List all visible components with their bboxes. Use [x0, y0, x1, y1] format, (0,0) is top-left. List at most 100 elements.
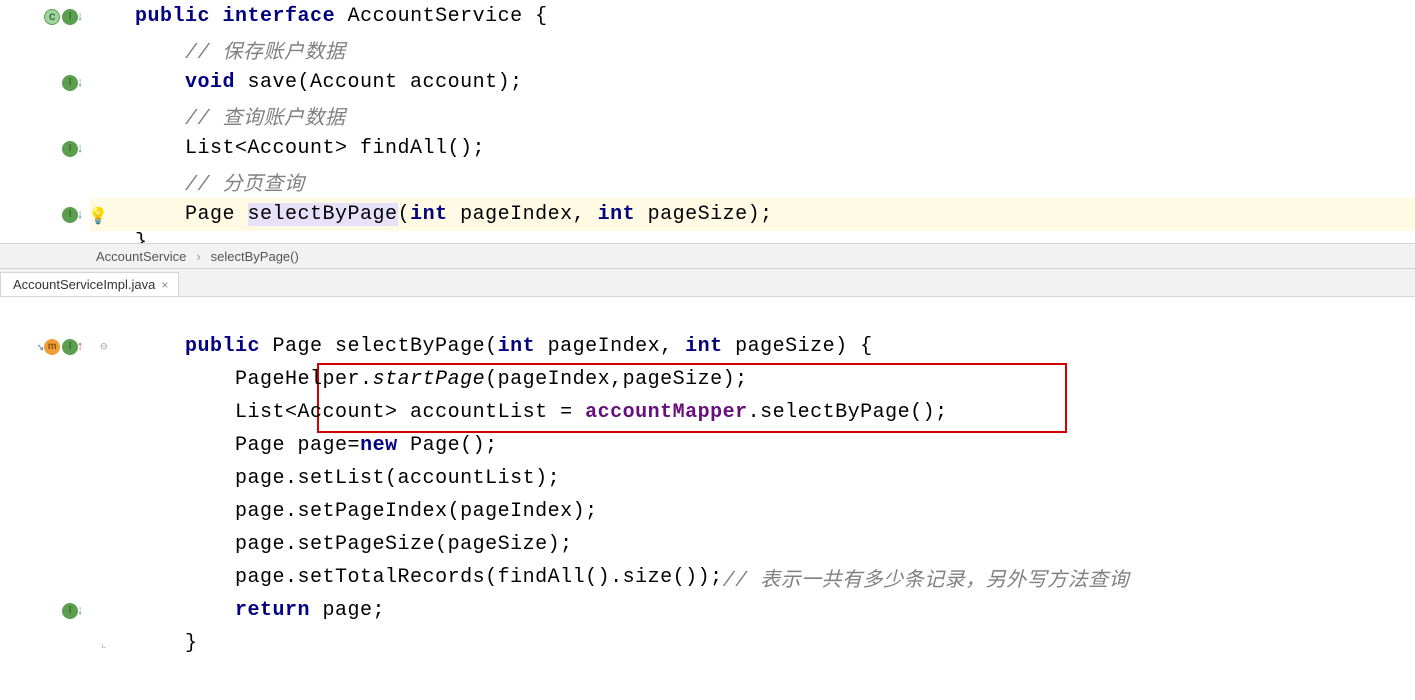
- breadcrumb-item[interactable]: selectByPage(): [211, 249, 299, 264]
- fold-gutter[interactable]: ⌞: [98, 636, 110, 651]
- code-token: page.setPageIndex(pageIndex);: [235, 500, 598, 523]
- top-code-lines[interactable]: public interface AccountService { // 保存账…: [90, 0, 1415, 243]
- arrow-icon: ↘: [36, 339, 44, 354]
- fold-gutter: [98, 406, 110, 420]
- code-token: int: [498, 335, 536, 358]
- code-token: PageHelper.: [235, 368, 373, 391]
- breadcrumb: AccountService › selectByPage(): [0, 243, 1415, 269]
- code-line[interactable]: 💡 Page selectByPage(int pageIndex, int p…: [90, 198, 1415, 231]
- arrow-up-icon: ↑: [76, 339, 84, 354]
- gutter-row: [0, 561, 90, 594]
- code-line[interactable]: public interface AccountService {: [90, 0, 1415, 33]
- file-tab[interactable]: AccountServiceImpl.java ×: [0, 272, 179, 296]
- fold-gutter: [98, 10, 110, 24]
- close-icon[interactable]: ×: [161, 278, 168, 292]
- code-line[interactable]: void save(Account account);: [90, 66, 1415, 99]
- gutter-row: [0, 627, 90, 660]
- gutter-row: [0, 429, 90, 462]
- fold-gutter: [98, 231, 110, 243]
- code-token: // 保存账户数据: [185, 35, 346, 65]
- fold-gutter: [98, 109, 110, 123]
- code-token: page.setList(accountList);: [235, 467, 560, 490]
- fold-gutter: [98, 373, 110, 387]
- code-token: public: [135, 5, 210, 28]
- code-line[interactable]: // 保存账户数据: [90, 33, 1415, 66]
- code-token: AccountService {: [335, 5, 548, 28]
- code-token: page.setPageSize(pageSize);: [235, 533, 573, 556]
- gutter-row: [0, 165, 90, 198]
- intention-bulb-icon[interactable]: 💡: [88, 206, 108, 226]
- code-token: new: [360, 434, 398, 457]
- code-line[interactable]: page.setList(accountList);: [90, 462, 1415, 495]
- code-token: [210, 5, 223, 28]
- bottom-code-lines[interactable]: ⊖ public Page selectByPage(int pageIndex…: [90, 297, 1415, 660]
- code-token: // 查询账户数据: [185, 101, 346, 131]
- fold-gutter: [98, 175, 110, 189]
- code-token: accountMapper: [585, 401, 748, 424]
- code-line[interactable]: ⊖ public Page selectByPage(int pageIndex…: [90, 330, 1415, 363]
- code-line[interactable]: return page;: [90, 594, 1415, 627]
- code-token: pageSize);: [635, 203, 773, 226]
- code-token: List<Account> findAll();: [185, 137, 485, 160]
- fold-gutter: [98, 76, 110, 90]
- code-token: }: [135, 231, 148, 243]
- gutter-row: ↘↑: [0, 330, 90, 363]
- code-token: pageIndex,: [448, 203, 598, 226]
- fold-gutter: [98, 571, 110, 585]
- code-token: public: [185, 335, 260, 358]
- code-line[interactable]: PageHelper.startPage(pageIndex,pageSize)…: [90, 363, 1415, 396]
- breadcrumb-item[interactable]: AccountService: [96, 249, 186, 264]
- fold-gutter: [98, 472, 110, 486]
- gutter-row: [0, 363, 90, 396]
- gutter-row: ↓: [0, 132, 90, 165]
- code-line[interactable]: Page page=new Page();: [90, 429, 1415, 462]
- fold-gutter[interactable]: ⊖: [98, 339, 110, 354]
- fold-gutter: [98, 439, 110, 453]
- code-token: Page page=: [235, 434, 360, 457]
- code-token: .selectByPage();: [748, 401, 948, 424]
- arrow-down-icon: ↓: [76, 141, 84, 156]
- arrow-down-icon: ↓: [76, 207, 84, 222]
- code-token: int: [598, 203, 636, 226]
- gutter-row: [0, 396, 90, 429]
- gutter-row: [0, 33, 90, 66]
- code-token: // 表示一共有多少条记录，另外写方法查询: [723, 563, 1130, 593]
- arrow-down-icon: ↓: [76, 603, 84, 618]
- code-token: int: [685, 335, 723, 358]
- code-token: void: [185, 71, 235, 94]
- bottom-editor-pane: ↘↑↓ ⊖ public Page selectByPage(int pageI…: [0, 297, 1415, 660]
- code-token: pageIndex,: [535, 335, 685, 358]
- code-token: page.setTotalRecords(findAll().size());: [235, 566, 723, 589]
- code-line[interactable]: page.setPageSize(pageSize);: [90, 528, 1415, 561]
- gutter-row: [0, 99, 90, 132]
- method-icon[interactable]: [44, 339, 60, 355]
- gutter-row: [0, 462, 90, 495]
- bottom-code-area: ↘↑↓ ⊖ public Page selectByPage(int pageI…: [0, 297, 1415, 660]
- arrow-down-icon: ↓: [76, 75, 84, 90]
- code-line[interactable]: ⌞ }: [90, 627, 1415, 660]
- code-token: (: [398, 203, 411, 226]
- fold-gutter: [98, 43, 110, 57]
- fold-gutter: [98, 505, 110, 519]
- code-token: pageSize) {: [723, 335, 873, 358]
- code-line[interactable]: }: [90, 231, 1415, 243]
- code-token: save(Account account);: [235, 71, 523, 94]
- code-line[interactable]: [90, 297, 1415, 330]
- code-line[interactable]: // 分页查询: [90, 165, 1415, 198]
- code-token: Page: [185, 203, 248, 226]
- code-line[interactable]: List<Account> findAll();: [90, 132, 1415, 165]
- code-token: }: [185, 632, 198, 655]
- code-token: Page();: [398, 434, 498, 457]
- code-token: return: [235, 599, 310, 622]
- code-line[interactable]: // 查询账户数据: [90, 99, 1415, 132]
- code-token: selectByPage: [248, 203, 398, 226]
- code-line[interactable]: List<Account> accountList = accountMappe…: [90, 396, 1415, 429]
- gutter-row: ↓: [0, 594, 90, 627]
- top-code-area: ↓↓↓↓ public interface AccountService { /…: [0, 0, 1415, 243]
- code-line[interactable]: page.setPageIndex(pageIndex);: [90, 495, 1415, 528]
- code-token: // 分页查询: [185, 167, 305, 197]
- code-token: interface: [223, 5, 336, 28]
- bottom-gutter: ↘↑↓: [0, 297, 90, 660]
- code-token: List<Account> accountList =: [235, 401, 585, 424]
- code-line[interactable]: page.setTotalRecords(findAll().size());/…: [90, 561, 1415, 594]
